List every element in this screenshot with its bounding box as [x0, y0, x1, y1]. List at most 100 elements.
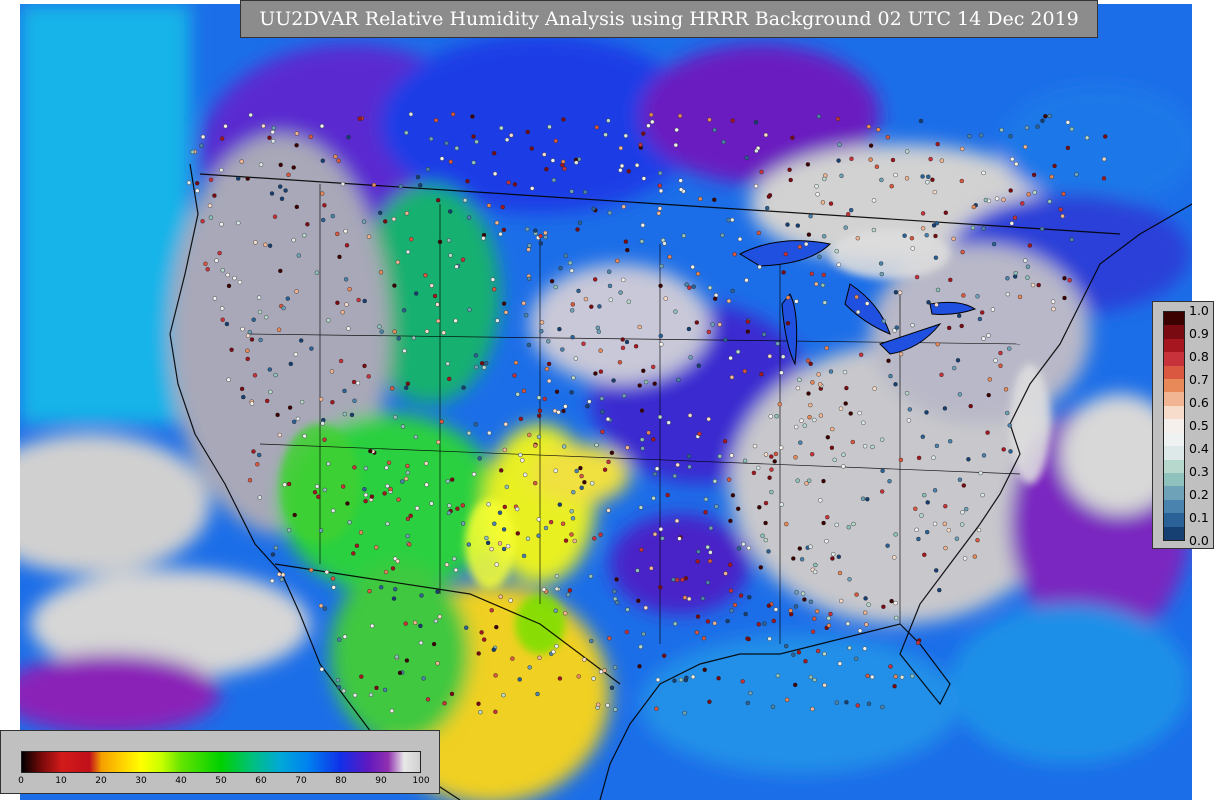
station-obs-dot: [560, 162, 565, 168]
station-obs-dot: [712, 479, 718, 484]
station-obs-dot: [754, 148, 759, 154]
station-obs-dot: [598, 532, 603, 537]
station-obs-dot: [960, 146, 965, 152]
station-obs-dot: [544, 166, 549, 172]
station-obs-dot: [249, 337, 255, 342]
station-obs-dot: [672, 473, 677, 479]
station-obs-dot: [980, 310, 985, 315]
station-obs-dot: [981, 170, 986, 176]
station-obs-dot: [854, 656, 859, 661]
station-obs-dot: [874, 164, 880, 169]
station-obs-dot: [464, 625, 469, 630]
station-obs-dot: [784, 697, 790, 702]
station-obs-dot: [270, 129, 275, 135]
station-obs-dot: [344, 302, 349, 307]
station-obs-dot: [613, 596, 618, 602]
observation-colorbar: 1.0 0.9 0.8 0.7 0.6 0.5 0.4 0.3 0.2 0.1 0.0: [1152, 301, 1214, 549]
station-obs-dot: [441, 330, 446, 335]
station-obs-dot: [722, 439, 728, 444]
station-obs-dot: [717, 322, 722, 327]
station-obs-dot: [588, 574, 593, 579]
station-obs-dot: [759, 372, 764, 377]
station-obs-dot: [674, 127, 679, 133]
station-obs-dot: [377, 324, 382, 329]
station-obs-dot: [378, 270, 384, 275]
station-obs-dot: [424, 329, 430, 334]
rh-colorbar-tick: 70: [295, 776, 307, 786]
station-obs-dot: [812, 677, 817, 683]
station-obs-dot: [240, 326, 245, 332]
station-obs-dot: [757, 505, 762, 510]
station-obs-dot: [498, 231, 503, 237]
station-obs-dot: [530, 186, 535, 191]
station-obs-dot: [255, 462, 260, 467]
station-obs-dot: [236, 220, 241, 226]
station-obs-dot: [552, 408, 558, 414]
station-obs-dot: [294, 131, 300, 136]
station-obs-dot: [741, 541, 746, 547]
station-obs-dot: [566, 592, 571, 597]
station-obs-dot: [433, 118, 439, 123]
station-obs-dot: [726, 298, 732, 304]
station-obs-dot: [322, 606, 328, 611]
station-obs-dot: [490, 277, 496, 282]
station-obs-dot: [537, 408, 543, 413]
station-obs-dot: [330, 213, 335, 219]
station-obs-dot: [414, 291, 419, 296]
rh-analysis-map[interactable]: [20, 4, 1192, 800]
station-obs-dot: [769, 454, 774, 459]
station-obs-dot: [646, 430, 651, 435]
station-obs-dot: [502, 447, 507, 453]
station-obs-dot: [346, 326, 351, 331]
station-obs-dot: [822, 651, 827, 657]
station-obs-dot: [939, 158, 944, 163]
station-obs-dot: [362, 363, 367, 369]
station-obs-dot: [567, 588, 573, 593]
station-obs-dot: [239, 386, 245, 392]
station-obs-dot: [200, 134, 206, 140]
station-obs-dot: [219, 136, 225, 141]
station-obs-dot: [578, 465, 583, 471]
station-obs-dot: [935, 287, 941, 293]
station-obs-dot: [931, 455, 936, 460]
station-obs-dot: [357, 116, 362, 122]
station-obs-dot: [283, 188, 288, 193]
station-obs-dot: [682, 595, 688, 600]
station-obs-dot: [600, 409, 605, 414]
station-obs-dot: [435, 302, 440, 307]
station-obs-dot: [849, 156, 854, 162]
station-obs-dot: [807, 415, 812, 420]
station-obs-dot: [861, 420, 866, 425]
station-obs-dot: [291, 165, 296, 170]
station-obs-dot: [935, 342, 940, 347]
station-obs-dot: [657, 206, 663, 211]
station-obs-dot: [703, 497, 709, 502]
station-obs-dot: [382, 687, 388, 693]
station-obs-dot: [515, 506, 520, 512]
station-obs-dot: [626, 169, 631, 174]
station-obs-dot: [886, 358, 891, 363]
station-obs-dot: [447, 503, 452, 508]
station-obs-dot: [344, 243, 350, 248]
station-obs-dot: [781, 354, 786, 359]
station-obs-dot: [379, 329, 384, 334]
station-obs-dot: [1027, 243, 1033, 248]
station-obs-dot: [598, 369, 604, 374]
station-obs-dot: [518, 452, 523, 458]
obs-colorbar-segment: [1164, 405, 1184, 420]
station-obs-dot: [651, 496, 656, 501]
station-obs-dot: [652, 532, 658, 537]
station-obs-dot: [637, 383, 642, 388]
station-obs-dot: [893, 532, 898, 537]
station-obs-dot: [793, 682, 798, 688]
station-obs-dot: [837, 661, 843, 666]
station-obs-dot: [295, 416, 301, 421]
station-obs-dot: [650, 119, 655, 125]
station-obs-dot: [640, 222, 645, 228]
station-obs-dot: [449, 691, 455, 697]
station-obs-dot: [371, 182, 377, 188]
station-obs-dot: [525, 226, 530, 232]
station-obs-dot: [466, 215, 472, 220]
station-obs-dot: [273, 372, 278, 378]
station-obs-dot: [1023, 258, 1028, 263]
